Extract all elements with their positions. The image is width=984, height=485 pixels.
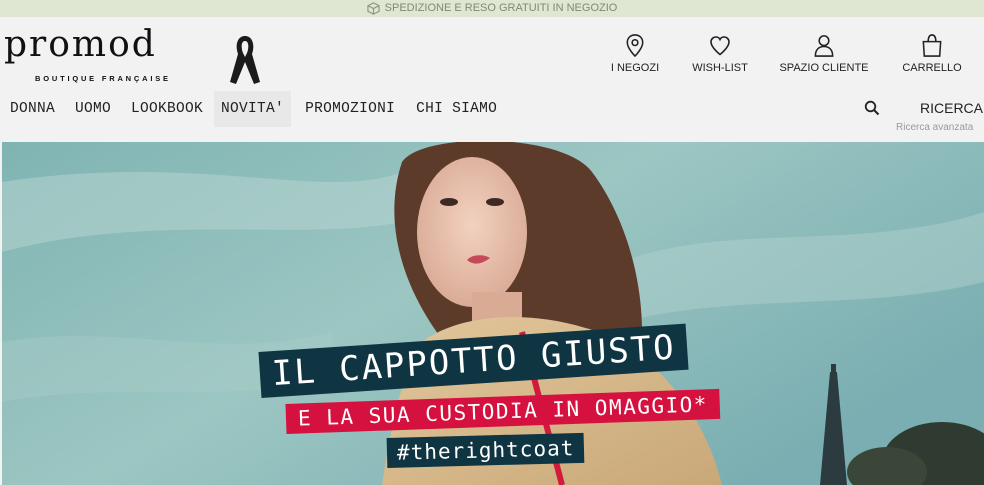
black-ribbon-icon	[230, 36, 260, 84]
promo-text: SPEDIZIONE E RESO GRATUITI IN NEGOZIO	[384, 2, 618, 14]
hero-photo	[2, 142, 984, 485]
brand-name: promod	[4, 24, 157, 65]
cart-label: CARRELLO	[902, 62, 962, 74]
brand-logo[interactable]: promod BOUTIQUE FRANÇAISE	[4, 24, 264, 90]
main-nav: DONNA UOMO LOOKBOOK NOVITA' PROMOZIONI C…	[0, 91, 504, 129]
brand-tagline: BOUTIQUE FRANÇAISE	[35, 74, 171, 83]
nav-item-donna[interactable]: DONNA	[0, 91, 62, 127]
wishlist-link[interactable]: WISH-LIST	[670, 33, 770, 78]
user-icon	[774, 33, 874, 58]
advanced-search-link[interactable]: Ricerca avanzata	[896, 122, 973, 133]
shopping-bag-icon	[882, 33, 982, 58]
nav-item-novita[interactable]: NOVITA'	[214, 91, 292, 127]
box-icon	[367, 2, 380, 15]
nav-item-chi-siamo[interactable]: CHI SIAMO	[402, 91, 504, 127]
account-link[interactable]: SPAZIO CLIENTE	[774, 33, 874, 78]
wishlist-label: WISH-LIST	[692, 62, 748, 74]
search-icon[interactable]	[864, 100, 880, 116]
heart-icon	[670, 33, 770, 58]
hero-banner[interactable]: IL CAPPOTTO GIUSTO E LA SUA CUSTODIA IN …	[2, 142, 984, 485]
nav-item-lookbook[interactable]: LOOKBOOK	[118, 91, 210, 127]
cart-link[interactable]: CARRELLO	[882, 33, 982, 78]
promo-bar[interactable]: SPEDIZIONE E RESO GRATUITI IN NEGOZIO	[0, 0, 984, 17]
search-button[interactable]: RICERCA	[920, 100, 983, 116]
nav-item-promozioni[interactable]: PROMOZIONI	[291, 91, 402, 127]
account-label: SPAZIO CLIENTE	[779, 62, 869, 74]
nav-item-uomo[interactable]: UOMO	[62, 91, 118, 127]
